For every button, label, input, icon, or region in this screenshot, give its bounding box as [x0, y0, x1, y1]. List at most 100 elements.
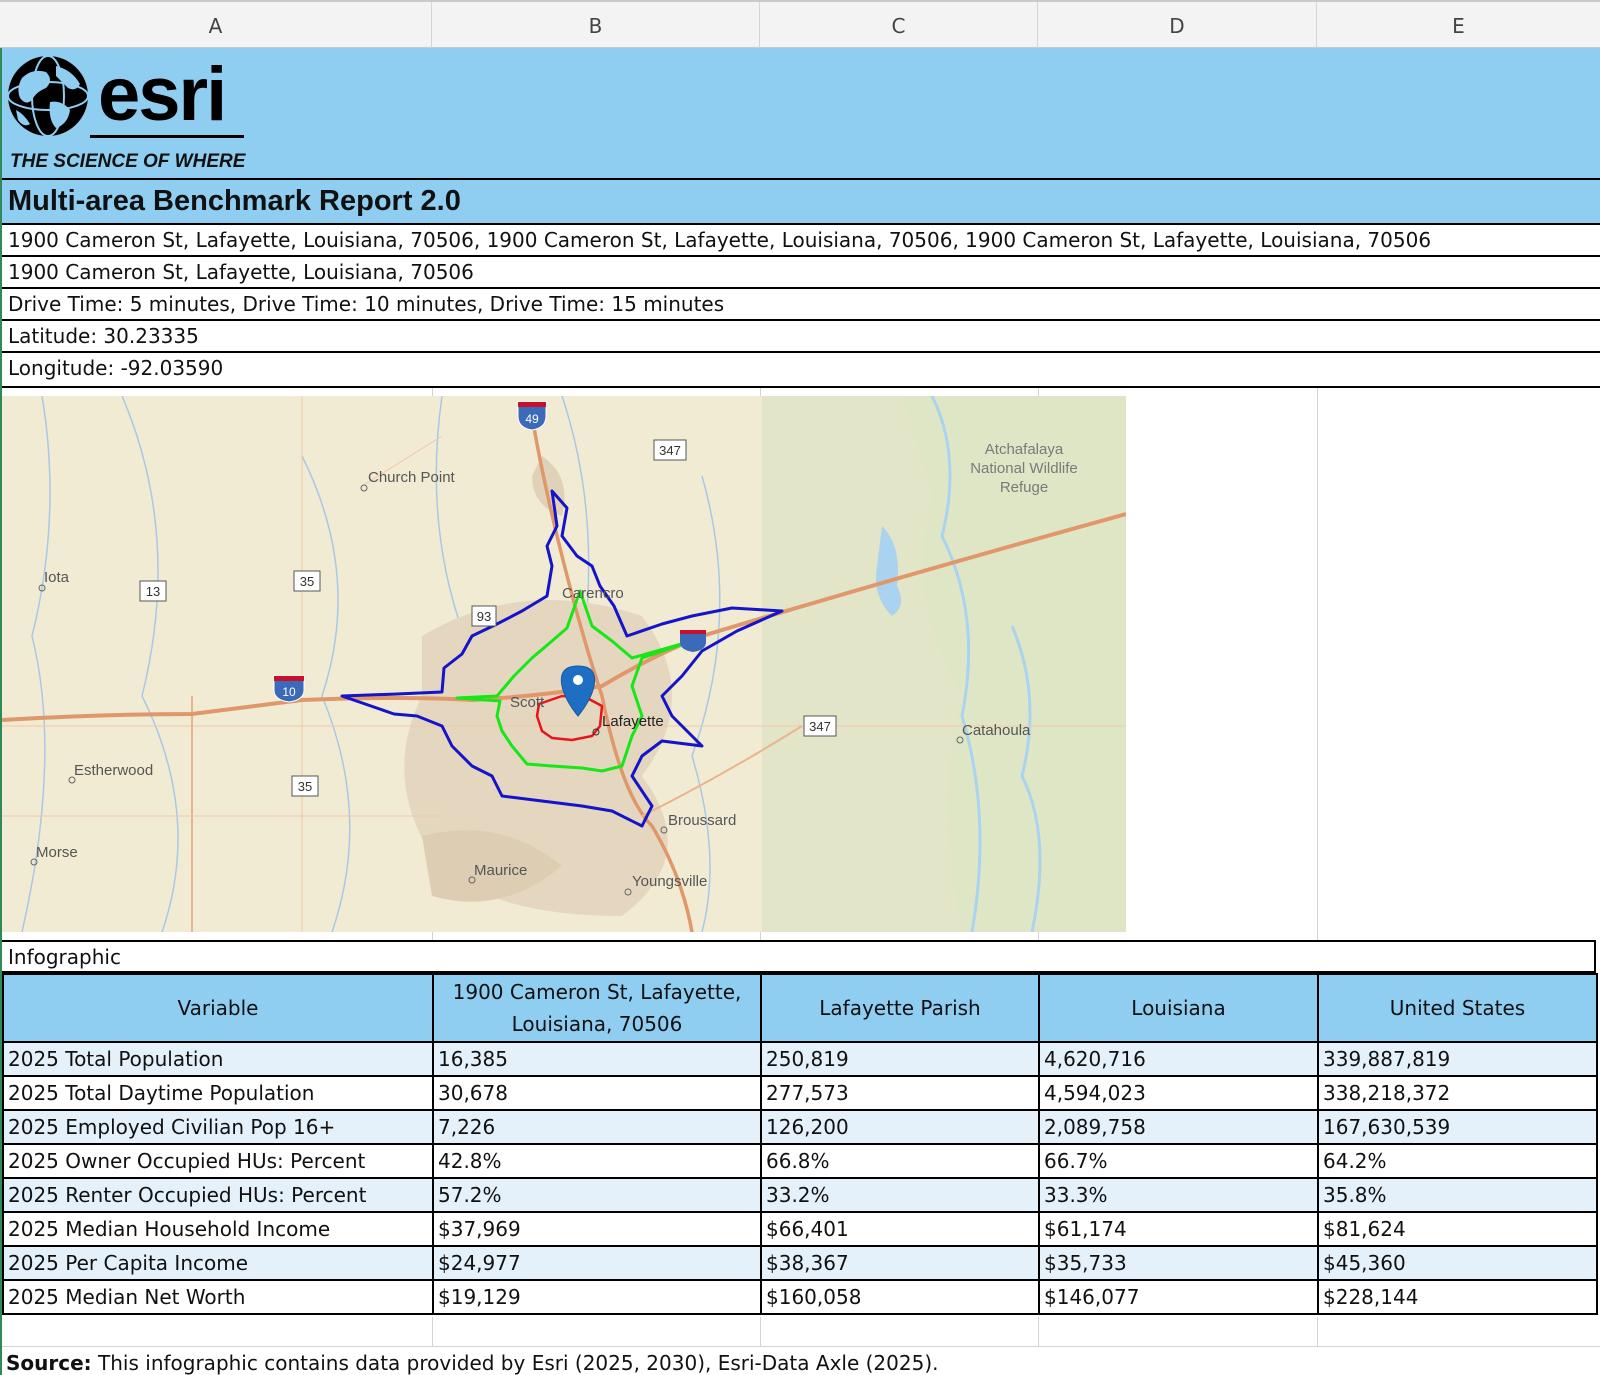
table-row: 2025 Employed Civilian Pop 16+ 7,226 126,2… — [2, 1109, 1598, 1145]
table-cell[interactable]: $228,144 — [1317, 1279, 1598, 1315]
table-cell[interactable]: 33.3% — [1038, 1177, 1319, 1213]
table-cell[interactable]: 4,594,023 — [1038, 1075, 1319, 1111]
blank-row[interactable] — [2, 1317, 1600, 1347]
i49-label: 49 — [525, 412, 539, 426]
table-cell[interactable]: 35.8% — [1317, 1177, 1598, 1213]
table-cell[interactable]: $24,977 — [432, 1245, 762, 1281]
table-cell[interactable]: 277,573 — [760, 1075, 1040, 1111]
address-row[interactable]: 1900 Cameron St, Lafayette, Louisiana, 7… — [2, 257, 1600, 289]
table-cell[interactable]: 250,819 — [760, 1041, 1040, 1077]
table-cell[interactable]: 4,620,716 — [1038, 1041, 1319, 1077]
svg-text:35: 35 — [298, 779, 312, 794]
table-cell[interactable]: 30,678 — [432, 1075, 762, 1111]
map-label-morse: Morse — [36, 844, 78, 861]
route-93-shield-icon: 93 — [471, 605, 497, 627]
table-cell[interactable]: 167,630,539 — [1317, 1109, 1598, 1145]
column-header-a[interactable]: A — [0, 2, 432, 50]
map-label-carencro: Carencro — [562, 585, 624, 602]
i49-shield-icon: 49 — [517, 401, 547, 431]
drive-time-map[interactable]: 49 10 347 347 13 35 35 93 Church Point I… — [2, 396, 1126, 932]
table-cell[interactable]: $81,624 — [1317, 1211, 1598, 1247]
table-cell[interactable]: $19,129 — [432, 1279, 762, 1315]
infographic-label-row[interactable]: Infographic — [2, 940, 1596, 973]
header-lafayette-parish[interactable]: Lafayette Parish — [760, 973, 1040, 1043]
logo-wordmark: esri — [98, 52, 225, 137]
table-cell[interactable]: 2025 Renter Occupied HUs: Percent — [2, 1177, 434, 1213]
column-header-b[interactable]: B — [432, 2, 760, 50]
address-text: 1900 Cameron St, Lafayette, Louisiana, 7… — [8, 260, 474, 284]
addresses-text: 1900 Cameron St, Lafayette, Louisiana, 7… — [8, 228, 1432, 252]
table-cell[interactable]: $146,077 — [1038, 1279, 1319, 1315]
source-text: This infographic contains data provided … — [91, 1351, 939, 1375]
map-label-refuge-line2: National Wildlife — [970, 460, 1078, 477]
svg-text:347: 347 — [659, 443, 681, 458]
svg-text:35: 35 — [300, 574, 314, 589]
source-label: Source: — [6, 1351, 92, 1375]
table-cell[interactable]: 338,218,372 — [1317, 1075, 1598, 1111]
addresses-row[interactable]: 1900 Cameron St, Lafayette, Louisiana, 7… — [2, 225, 1600, 257]
map-label-scott: Scott — [510, 694, 545, 711]
svg-text:347: 347 — [809, 719, 831, 734]
table-cell[interactable]: $61,174 — [1038, 1211, 1319, 1247]
header-louisiana[interactable]: Louisiana — [1038, 973, 1319, 1043]
table-cell[interactable]: $45,360 — [1317, 1245, 1598, 1281]
table-cell[interactable]: 339,887,819 — [1317, 1041, 1598, 1077]
table-cell[interactable]: 33.2% — [760, 1177, 1040, 1213]
route-347-south-shield-icon: 347 — [803, 715, 837, 737]
map-label-broussard: Broussard — [668, 812, 736, 829]
map-label-estherwood: Estherwood — [74, 762, 153, 779]
table-cell[interactable]: 7,226 — [432, 1109, 762, 1145]
latitude-row[interactable]: Latitude: 30.23335 — [2, 321, 1600, 353]
table-cell[interactable]: 2025 Median Household Income — [2, 1211, 434, 1247]
infographic-label: Infographic — [8, 945, 121, 969]
map-label-refuge-line3: Refuge — [1000, 479, 1048, 496]
table-cell[interactable]: 66.8% — [760, 1143, 1040, 1179]
table-cell[interactable]: 2025 Median Net Worth — [2, 1279, 434, 1315]
table-row: 2025 Total Daytime Population 30,678 277,5… — [2, 1075, 1598, 1111]
report-title-row: Multi-area Benchmark Report 2.0 — [2, 178, 1600, 225]
table-cell[interactable]: 2025 Per Capita Income — [2, 1245, 434, 1281]
longitude-row[interactable]: Longitude: -92.03590 — [2, 353, 1600, 388]
table-cell[interactable]: 2,089,758 — [1038, 1109, 1319, 1145]
source-note: Source: This infographic contains data p… — [6, 1351, 938, 1375]
map-label-church-point: Church Point — [368, 469, 456, 486]
table-cell[interactable]: $160,058 — [760, 1279, 1040, 1315]
map-label-iota: Iota — [44, 569, 70, 586]
route-13-shield-icon: 13 — [139, 580, 167, 602]
esri-logo: esri THE SCIENCE OF WHERE — [7, 52, 247, 172]
table-cell[interactable]: 2025 Employed Civilian Pop 16+ — [2, 1109, 434, 1145]
table-cell[interactable]: 126,200 — [760, 1109, 1040, 1145]
table-cell[interactable]: 57.2% — [432, 1177, 762, 1213]
map-label-refuge-line1: Atchafalaya — [985, 441, 1064, 458]
column-header-d[interactable]: D — [1038, 2, 1317, 50]
drive-times-text: Drive Time: 5 minutes, Drive Time: 10 mi… — [8, 292, 725, 316]
header-united-states[interactable]: United States — [1317, 973, 1598, 1043]
table-row: 2025 Per Capita Income $24,977 $38,367 $35,… — [2, 1245, 1598, 1281]
svg-text:93: 93 — [477, 609, 491, 624]
table-cell[interactable]: 2025 Total Population — [2, 1041, 434, 1077]
logo-tagline: THE SCIENCE OF WHERE — [10, 151, 247, 172]
table-cell[interactable]: 16,385 — [432, 1041, 762, 1077]
table-cell[interactable]: 66.7% — [1038, 1143, 1319, 1179]
header-address[interactable]: 1900 Cameron St, Lafayette, Louisiana, 7… — [432, 973, 762, 1043]
table-cell[interactable]: 2025 Owner Occupied HUs: Percent — [2, 1143, 434, 1179]
logo-banner: esri THE SCIENCE OF WHERE — [2, 48, 1600, 178]
i10-east-shield-icon — [680, 630, 706, 652]
column-header-e[interactable]: E — [1317, 2, 1600, 50]
table-cell[interactable]: 42.8% — [432, 1143, 762, 1179]
map-cell-area: 49 10 347 347 13 35 35 93 Church Point I… — [2, 388, 1600, 940]
table-cell[interactable]: $38,367 — [760, 1245, 1040, 1281]
table-cell[interactable]: $35,733 — [1038, 1245, 1319, 1281]
table-cell[interactable]: $66,401 — [760, 1211, 1040, 1247]
table-header-row: Variable 1900 Cameron St, Lafayette, Lou… — [2, 973, 1598, 1043]
drive-times-row[interactable]: Drive Time: 5 minutes, Drive Time: 10 mi… — [2, 289, 1600, 321]
header-variable[interactable]: Variable — [2, 973, 434, 1043]
map-label-youngsville: Youngsville — [632, 873, 707, 890]
map-label-maurice: Maurice — [474, 862, 527, 879]
svg-text:13: 13 — [146, 584, 160, 599]
table-cell[interactable]: 64.2% — [1317, 1143, 1598, 1179]
column-header-c[interactable]: C — [760, 2, 1038, 50]
table-cell[interactable]: 2025 Total Daytime Population — [2, 1075, 434, 1111]
table-cell[interactable]: $37,969 — [432, 1211, 762, 1247]
i10-label: 10 — [282, 685, 296, 699]
